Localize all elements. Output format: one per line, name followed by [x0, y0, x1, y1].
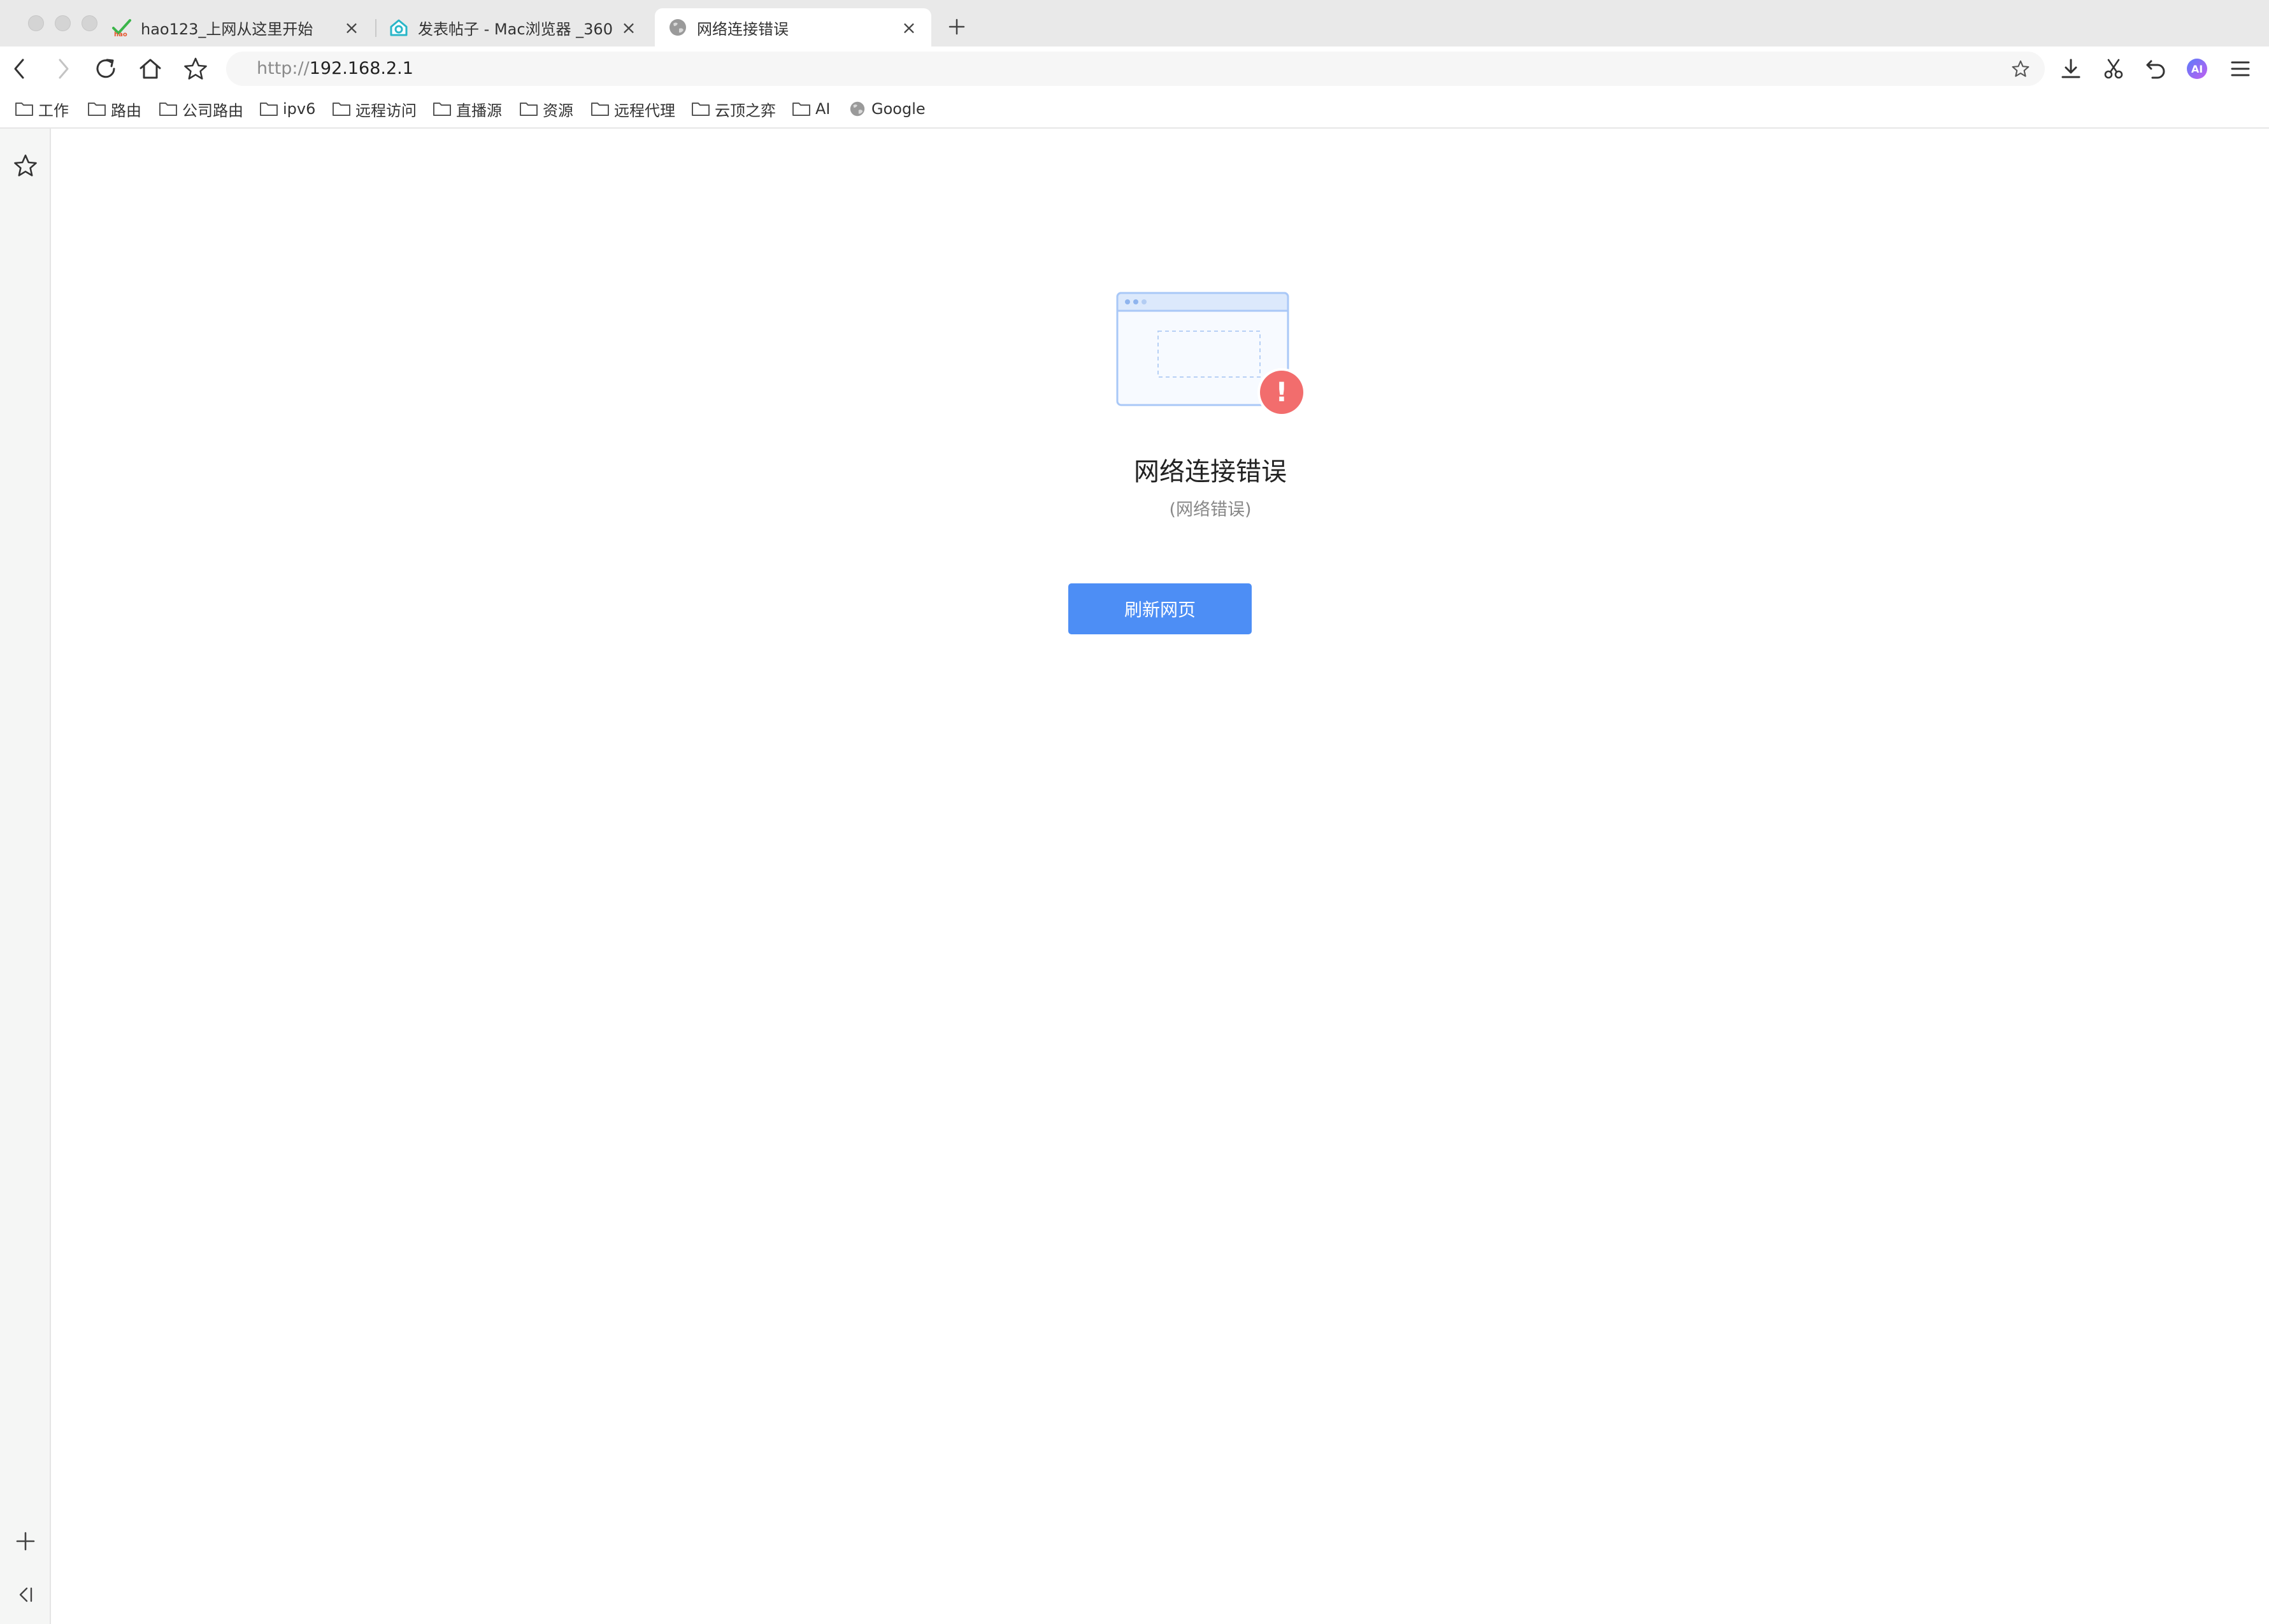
window-minimize-button[interactable] — [55, 15, 71, 31]
bookmark-label: ipv6 — [283, 100, 316, 118]
scissors-icon — [2104, 59, 2123, 79]
bookmark-folder-remote-access[interactable]: 远程访问 — [331, 97, 417, 120]
star-icon — [184, 57, 207, 80]
bookmark-folder-tft[interactable]: 云顶之弈 — [691, 97, 776, 120]
svg-text:hao: hao — [114, 31, 127, 38]
tab-hao123[interactable]: hao hao123_上网从这里开始 × — [99, 8, 374, 46]
collapse-sidebar-icon — [19, 1587, 32, 1602]
close-tab-icon[interactable]: × — [619, 17, 638, 38]
menu-button[interactable] — [2224, 53, 2256, 85]
network-error-illustration: ! — [1116, 292, 1306, 417]
tab-network-error[interactable]: 网络连接错误 × — [655, 8, 931, 46]
bookmark-label: 直播源 — [456, 101, 502, 120]
folder-icon — [14, 100, 34, 118]
star-icon — [14, 154, 37, 176]
error-subtitle: (网络错误) — [1169, 500, 1252, 520]
url-host: 192.168.2.1 — [309, 59, 413, 78]
tab-title: 网络连接错误 — [697, 20, 789, 38]
folder-icon — [331, 100, 352, 118]
undo-icon — [2146, 60, 2165, 79]
bookmark-label: 远程访问 — [355, 101, 417, 120]
bookmark-folder-ipv6[interactable]: ipv6 — [259, 97, 315, 120]
close-tab-icon[interactable]: × — [899, 17, 919, 38]
folder-icon — [791, 100, 812, 118]
folder-icon — [259, 100, 279, 118]
star-outline-icon — [2012, 60, 2029, 77]
url-scheme: http:// — [257, 59, 310, 78]
window-zoom-button[interactable] — [82, 15, 97, 31]
bookmark-folder-work[interactable]: 工作 — [14, 97, 69, 120]
globe-icon — [668, 17, 688, 38]
hamburger-menu-icon — [2231, 61, 2250, 76]
ai-badge-text: AI — [2191, 63, 2203, 75]
bookmark-label: Google — [871, 100, 926, 118]
forward-button[interactable] — [47, 53, 79, 85]
refresh-page-button[interactable]: 刷新网页 — [1068, 583, 1252, 634]
folder-icon — [590, 100, 610, 118]
sidebar-add-button[interactable] — [10, 1526, 41, 1556]
tab-title: 发表帖子 - Mac浏览器 _360社 — [418, 20, 613, 38]
home-icon — [140, 59, 161, 79]
address-bar[interactable]: http://192.168.2.1 — [226, 52, 2045, 86]
bookmark-label: 工作 — [38, 101, 69, 120]
bookmark-label: 路由 — [111, 101, 141, 120]
folder-icon — [158, 100, 178, 118]
screenshot-button[interactable] — [2098, 53, 2129, 85]
chevron-left-icon — [14, 59, 24, 79]
bookmark-label: AI — [815, 100, 831, 118]
tab-title: hao123_上网从这里开始 — [141, 20, 313, 38]
back-button[interactable] — [4, 53, 36, 85]
sidebar — [0, 129, 51, 1624]
bookmark-folder-company-router[interactable]: 公司路由 — [158, 97, 243, 120]
bookmark-label: 远程代理 — [614, 101, 675, 120]
bookmark-label: 云顶之弈 — [715, 101, 776, 120]
download-icon — [2061, 59, 2080, 78]
bookmark-folder-router[interactable]: 路由 — [87, 97, 141, 120]
folder-icon — [432, 100, 452, 118]
hao123-icon: hao — [111, 17, 132, 38]
home-button[interactable] — [134, 53, 166, 85]
bookmark-folder-live-sources[interactable]: 直播源 — [432, 97, 502, 120]
bookmark-google[interactable]: Google — [847, 97, 926, 120]
plus-icon — [948, 18, 965, 35]
ai-assistant-button[interactable]: AI — [2181, 53, 2213, 85]
reload-icon — [96, 59, 115, 78]
globe-icon — [847, 100, 868, 118]
bookmarks-bar: 工作 路由 公司路由 ipv6 远程访问 直播源 资源 远程代理 云顶之弈 AI… — [0, 91, 2269, 129]
add-bookmark-button[interactable] — [2007, 55, 2035, 83]
alert-glyph: ! — [1275, 376, 1287, 408]
sidebar-favorites-button[interactable] — [10, 150, 41, 181]
sidebar-collapse-button[interactable] — [10, 1579, 41, 1610]
360-community-icon — [389, 17, 409, 38]
error-title: 网络连接错误 — [1134, 457, 1287, 487]
tab-360-post[interactable]: 发表帖子 - Mac浏览器 _360社 × — [376, 8, 651, 46]
reload-button[interactable] — [90, 53, 122, 85]
window-close-button[interactable] — [28, 15, 44, 31]
close-tab-icon[interactable]: × — [342, 17, 361, 38]
bookmark-page-button[interactable] — [180, 53, 211, 85]
folder-icon — [87, 100, 107, 118]
downloads-button[interactable] — [2055, 53, 2087, 85]
ai-icon: AI — [2187, 59, 2207, 79]
new-tab-button[interactable] — [943, 13, 971, 41]
bookmark-folder-remote-proxy[interactable]: 远程代理 — [590, 97, 675, 120]
bookmark-folder-ai[interactable]: AI — [791, 97, 831, 120]
bookmark-folder-resources[interactable]: 资源 — [519, 97, 573, 120]
restore-closed-tab-button[interactable] — [2140, 53, 2172, 85]
bookmark-label: 资源 — [543, 101, 573, 120]
page-content: ! 网络连接错误 (网络错误) 刷新网页 — [51, 129, 2269, 1624]
folder-icon — [519, 100, 539, 118]
address-text[interactable]: http://192.168.2.1 — [257, 58, 413, 80]
toolbar: http://192.168.2.1 AI — [0, 46, 2269, 91]
bookmark-label: 公司路由 — [182, 101, 243, 120]
plus-icon — [16, 1532, 35, 1551]
chevron-right-icon — [59, 59, 69, 79]
tab-strip: hao hao123_上网从这里开始 × 发表帖子 - Mac浏览器 _360社… — [0, 0, 2269, 46]
folder-icon — [691, 100, 711, 118]
